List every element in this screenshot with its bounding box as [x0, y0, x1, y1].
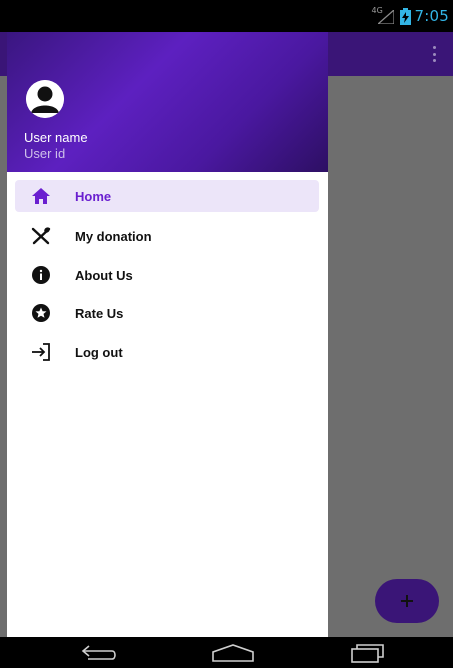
- navigation-drawer: User name User id Home My donation About…: [7, 32, 328, 637]
- user-name: User name: [24, 130, 88, 145]
- drawer-header: User name User id: [7, 32, 328, 172]
- back-arrow-icon: [81, 645, 116, 660]
- recents-icon: [351, 644, 384, 663]
- user-id: User id: [24, 146, 66, 161]
- avatar: [26, 80, 64, 118]
- menu-item-label: Log out: [75, 344, 123, 360]
- back-button[interactable]: [76, 641, 120, 665]
- battery-charging-icon: [399, 7, 411, 25]
- home-icon: [29, 184, 53, 208]
- network-indicator: 4G: [372, 6, 396, 26]
- person-icon: [26, 80, 64, 118]
- home-button[interactable]: [210, 641, 256, 665]
- menu-item-my-donation[interactable]: My donation: [15, 220, 319, 252]
- menu-item-label: Home: [75, 188, 112, 204]
- menu-item-log-out[interactable]: Log out: [15, 336, 319, 368]
- status-bar: 4G 7:05: [0, 0, 453, 32]
- utensils-icon: [29, 224, 53, 248]
- menu-item-label: About Us: [75, 267, 133, 283]
- menu-item-home[interactable]: Home: [15, 180, 319, 212]
- overflow-menu-icon[interactable]: [429, 46, 439, 62]
- system-nav-bar: [0, 637, 453, 668]
- star-icon: [29, 301, 53, 325]
- menu-item-label: Rate Us: [75, 305, 124, 321]
- plus-icon: [401, 595, 413, 607]
- logout-icon: [29, 340, 53, 364]
- info-icon: [29, 263, 53, 287]
- clock: 7:05: [414, 7, 449, 25]
- recents-button[interactable]: [344, 641, 388, 665]
- screen: 4G 7:05 User name User id Home My donati…: [0, 0, 453, 668]
- add-fab-button[interactable]: [375, 579, 439, 623]
- status-icons: 4G 7:05: [372, 0, 449, 32]
- signal-icon: [377, 10, 394, 24]
- home-outline-icon: [212, 644, 254, 662]
- menu-item-about-us[interactable]: About Us: [15, 259, 319, 291]
- battery-indicator: [399, 7, 411, 25]
- menu-item-label: My donation: [75, 228, 152, 244]
- menu-item-rate-us[interactable]: Rate Us: [15, 297, 319, 329]
